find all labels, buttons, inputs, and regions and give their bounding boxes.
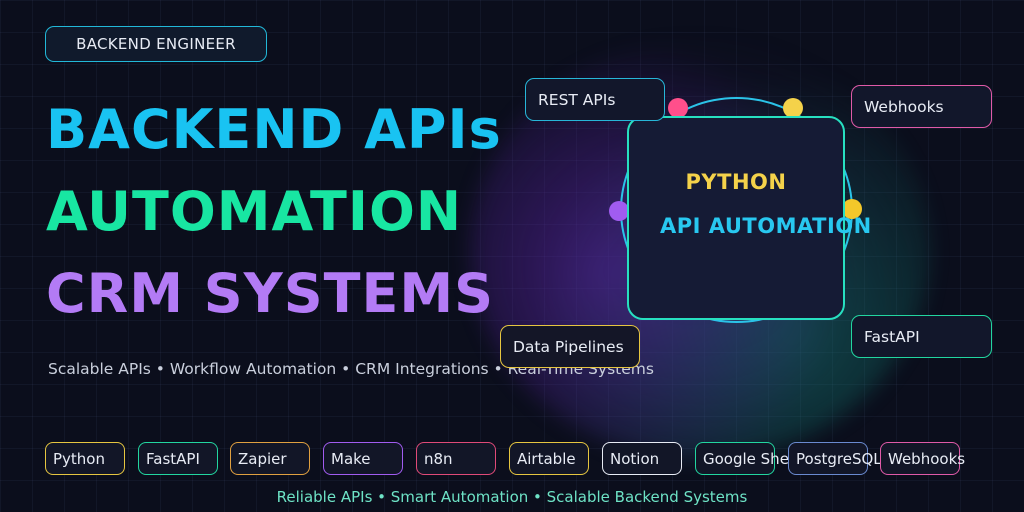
footer-tagline: Reliable APIs • Smart Automation • Scala…	[276, 488, 748, 506]
pill-n8n: n8n	[416, 442, 496, 475]
headline-backend-apis: BACKEND APIs	[46, 98, 502, 161]
headline-automation: AUTOMATION	[46, 180, 463, 243]
headline-crm-systems: CRM SYSTEMS	[46, 262, 494, 325]
pill-google-sheets: Google Sheets	[695, 442, 812, 475]
pill-zapier: Zapier	[230, 442, 310, 475]
pill-fastapi: FastAPI	[138, 442, 218, 475]
tag-webhooks: Webhooks	[851, 85, 992, 128]
tag-rest-apis: REST APIs	[525, 78, 665, 121]
tag-fastapi: FastAPI	[851, 315, 992, 358]
pill-airtable: Airtable	[509, 442, 589, 475]
core-subtitle: API AUTOMATION	[660, 214, 872, 238]
pill-webhooks: Webhooks	[880, 442, 965, 475]
pill-notion: Notion	[602, 442, 682, 475]
pill-make: Make	[323, 442, 403, 475]
orbit-dot-purple	[609, 201, 629, 221]
orbit-dot-pink	[668, 98, 688, 118]
role-badge: BACKEND ENGINEER	[45, 26, 267, 62]
orbit-dot-yellow	[783, 98, 803, 118]
tag-data-pipelines: Data Pipelines	[500, 325, 640, 368]
pill-python: Python	[45, 442, 125, 475]
pill-postgresql: PostgreSQL	[788, 442, 882, 475]
core-title: PYTHON	[685, 170, 787, 194]
